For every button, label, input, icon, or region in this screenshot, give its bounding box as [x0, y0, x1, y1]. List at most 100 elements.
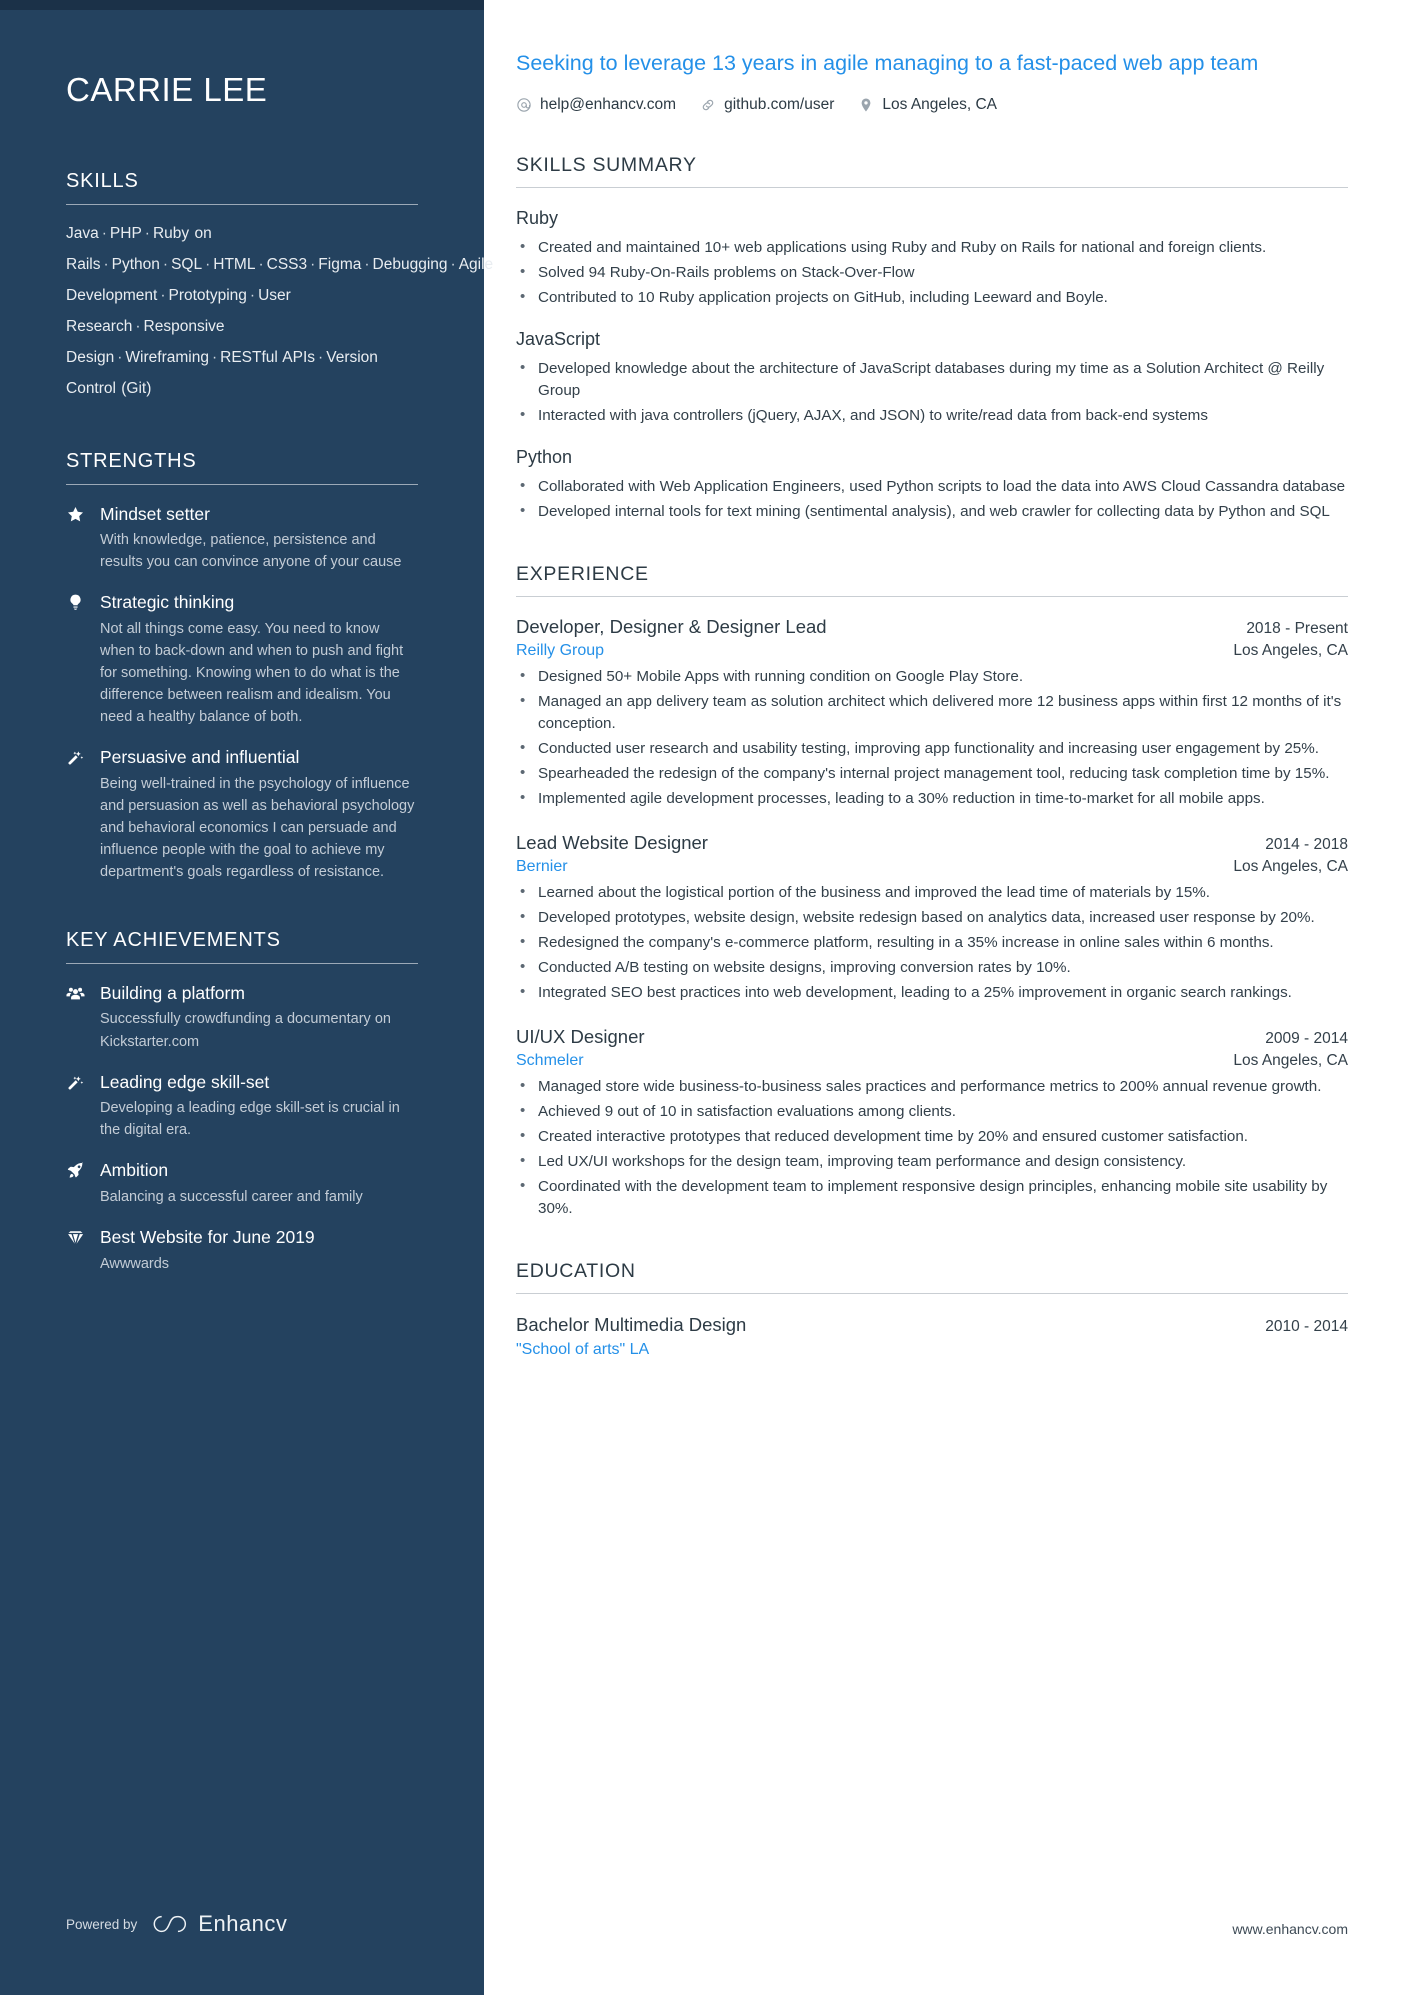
bullet-item: Developed knowledge about the architectu…	[516, 357, 1348, 402]
skill-group-bullets: Developed knowledge about the architectu…	[516, 357, 1348, 427]
achievement-description: Successfully crowdfunding a documentary …	[100, 1011, 391, 1050]
strength-description: Being well-trained in the psychology of …	[100, 775, 415, 880]
section-experience: EXPERIENCE Developer, Designer & Designe…	[516, 563, 1348, 1221]
experience-header-row: Developer, Designer & Designer Lead 2018 …	[516, 616, 1348, 638]
education-degree: Bachelor Multimedia Design	[516, 1314, 747, 1336]
achievement-description: Awwwards	[100, 1255, 170, 1272]
strength-title: Persuasive and influential	[100, 747, 300, 768]
skill-separator: ·	[211, 348, 218, 366]
achievement-item: Ambition Balancing a successful career a…	[66, 1159, 418, 1208]
experience-role: UI/UX Designer	[516, 1026, 645, 1048]
experience-role: Lead Website Designer	[516, 831, 708, 853]
sidebar-section-strengths: STRENGTHS Mindset setter With knowledge,…	[66, 450, 418, 883]
sidebar: CARRIE LEE SKILLS Java · PHP · Ruby on Rails…	[0, 0, 493, 1995]
experience-company[interactable]: Reilly Group	[516, 642, 604, 660]
achievement-item: Building a platform Successfully crowdfu…	[66, 982, 418, 1053]
bullet-item: Implemented agile development processes,…	[516, 787, 1348, 810]
experience-item: Developer, Designer & Designer Lead 2018 …	[516, 616, 1348, 810]
diamond-icon	[66, 1226, 94, 1275]
sidebar-top-accent-bar	[0, 0, 484, 10]
education-dates: 2010 - 2014	[1265, 1318, 1348, 1336]
experience-dates: 2018 - Present	[1246, 619, 1348, 637]
candidate-name: CARRIE LEE	[66, 71, 268, 108]
divider	[516, 595, 1348, 597]
contact-location: Los Angeles, CA	[858, 96, 997, 114]
skill-separator: ·	[318, 348, 324, 366]
contact-email[interactable]: help@enhancv.com	[516, 96, 676, 114]
achievement-title: Building a platform	[100, 982, 245, 1003]
skill-group: Ruby Created and maintained 10+ web appli…	[516, 208, 1348, 309]
achievement-description: Developing a leading edge skill-set is c…	[100, 1100, 400, 1139]
experience-dates: 2009 - 2014	[1265, 1030, 1348, 1048]
skill-tag: SQL	[171, 255, 203, 273]
experience-company[interactable]: Schmeler	[516, 1052, 584, 1070]
skill-tag: HTML	[213, 255, 256, 273]
bullet-item: Created and maintained 10+ web applicati…	[516, 236, 1348, 259]
skill-group-title: JavaScript	[516, 328, 601, 349]
bullet-item: Contributed to 10 Ruby application proje…	[516, 286, 1348, 309]
strength-description: With knowledge, patience, persistence an…	[100, 532, 402, 571]
skill-separator: ·	[135, 317, 141, 335]
divider	[516, 1293, 1348, 1295]
enhancv-mark-icon	[153, 1915, 187, 1933]
experience-location: Los Angeles, CA	[1233, 641, 1348, 659]
star-icon	[66, 503, 94, 574]
bullet-item: Led UX/UI workshops for the design team,…	[516, 1150, 1348, 1173]
bullet-item: Coordinated with the development team to…	[516, 1175, 1348, 1220]
bullet-item: Solved 94 Ruby-On-Rails problems on Stac…	[516, 261, 1348, 284]
powered-by-label: Powered by	[66, 1916, 138, 1932]
main-content: Seeking to leverage 13 years in agile ma…	[484, 0, 1410, 1995]
bullet-item: Interacted with java controllers (jQuery…	[516, 404, 1348, 427]
experience-items: Developer, Designer & Designer Lead 2018 …	[516, 616, 1348, 1221]
experience-location: Los Angeles, CA	[1233, 1052, 1348, 1070]
skill-separator: ·	[117, 348, 123, 366]
skill-group-bullets: Created and maintained 10+ web applicati…	[516, 236, 1348, 309]
skill-tag: Prototyping	[168, 286, 247, 304]
bullet-item: Collaborated with Web Application Engine…	[516, 475, 1348, 498]
strength-item: Strategic thinking Not all things come e…	[66, 591, 418, 728]
skill-tag: Debugging	[372, 255, 448, 273]
section-skills-summary: SKILLS SUMMARY Ruby Created and maintaine…	[516, 154, 1348, 523]
bullet-item: Achieved 9 out of 10 in satisfaction eva…	[516, 1100, 1348, 1123]
experience-heading: EXPERIENCE	[516, 562, 649, 585]
skill-group-bullets: Collaborated with Web Application Engine…	[516, 475, 1348, 523]
divider	[516, 186, 1348, 188]
skill-group: JavaScript Developed knowledge about the …	[516, 329, 1348, 427]
bullet-item: Integrated SEO best practices into web d…	[516, 981, 1348, 1004]
strength-title: Mindset setter	[100, 503, 210, 524]
skill-separator: ·	[103, 255, 109, 273]
contact-row: help@enhancv.com github.com/user Los Ang…	[516, 96, 1348, 114]
experience-bullets: Learned about the logistical portion of …	[516, 881, 1348, 1004]
skill-tag: Wireframing	[125, 348, 209, 366]
bullet-item: Developed prototypes, website design, we…	[516, 906, 1348, 929]
experience-item: Lead Website Designer 2014 - 2018 Bernier L…	[516, 832, 1348, 1004]
divider	[66, 483, 418, 485]
skill-separator: ·	[101, 224, 107, 242]
sidebar-section-key-achievements: KEY ACHIEVEMENTS Building a platform Suc…	[66, 929, 418, 1275]
experience-role: Developer, Designer & Designer Lead	[516, 615, 827, 637]
education-heading: EDUCATION	[516, 1260, 636, 1283]
strength-title: Strategic thinking	[100, 592, 235, 613]
skill-separator: ·	[450, 255, 456, 273]
rocket-icon	[66, 1159, 94, 1208]
section-education: EDUCATION Bachelor Multimedia Design 2010…	[516, 1260, 1348, 1359]
education-header-row: Bachelor Multimedia Design 2010 - 2014	[516, 1314, 1348, 1336]
experience-company[interactable]: Bernier	[516, 858, 568, 876]
achievement-title: Ambition	[100, 1160, 169, 1181]
link-icon	[700, 97, 716, 113]
bullet-item: Designed 50+ Mobile Apps with running co…	[516, 665, 1348, 688]
skill-separator: ·	[249, 286, 256, 304]
skill-tag: CSS3	[266, 255, 308, 273]
bullet-item: Redesigned the company's e-commerce plat…	[516, 931, 1348, 954]
bullet-item: Conducted A/B testing on website designs…	[516, 956, 1348, 979]
experience-bullets: Managed store wide business-to-business …	[516, 1075, 1348, 1220]
bullet-item: Developed internal tools for text mining…	[516, 500, 1348, 523]
skill-group-title: Python	[516, 446, 573, 467]
contact-github[interactable]: github.com/user	[700, 96, 834, 114]
experience-header-row: Lead Website Designer 2014 - 2018	[516, 832, 1348, 854]
education-school[interactable]: "School of arts" LA	[516, 1341, 1348, 1359]
bullet-item: Managed an app delivery team as solution…	[516, 690, 1348, 735]
experience-location: Los Angeles, CA	[1233, 857, 1348, 875]
experience-meta-row: Reilly Group Los Angeles, CA	[516, 642, 1348, 660]
strength-description: Not all things come easy. You need to kn…	[100, 620, 404, 726]
